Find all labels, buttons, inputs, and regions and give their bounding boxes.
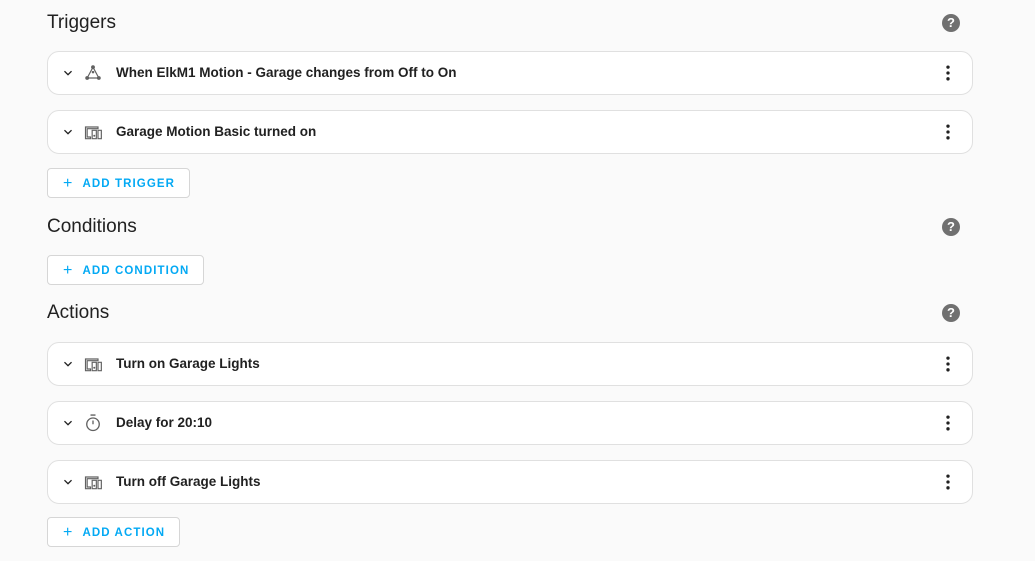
action-label: Delay for 20:10 — [116, 402, 212, 444]
action-row[interactable]: Turn on Garage Lights — [47, 342, 973, 386]
add-condition-label: ADD CONDITION — [82, 265, 189, 277]
action-row[interactable]: Delay for 20:10 — [47, 401, 973, 445]
trigger-row[interactable]: Garage Motion Basic turned on — [47, 110, 973, 154]
triggers-help-icon[interactable]: ? — [942, 14, 960, 32]
chevron-down-icon[interactable] — [60, 474, 76, 490]
more-vert-icon[interactable] — [938, 413, 958, 433]
action-row[interactable]: Turn off Garage Lights — [47, 460, 973, 504]
action-label: Turn on Garage Lights — [116, 343, 260, 385]
triggers-heading: Triggers — [47, 11, 116, 35]
conditions-heading: Conditions — [47, 215, 137, 239]
trigger-label: When ElkM1 Motion - Garage changes from … — [116, 52, 457, 94]
chevron-down-icon[interactable] — [60, 65, 76, 81]
device-icon — [83, 122, 103, 142]
trigger-label: Garage Motion Basic turned on — [116, 111, 316, 153]
chevron-down-icon[interactable] — [60, 415, 76, 431]
add-condition-button[interactable]: + ADD CONDITION — [47, 255, 204, 285]
conditions-help-icon[interactable]: ? — [942, 218, 960, 236]
chevron-down-icon[interactable] — [60, 356, 76, 372]
more-vert-icon[interactable] — [938, 63, 958, 83]
more-vert-icon[interactable] — [938, 472, 958, 492]
more-vert-icon[interactable] — [938, 354, 958, 374]
add-trigger-button[interactable]: + ADD TRIGGER — [47, 168, 190, 198]
plus-icon: + — [63, 175, 73, 192]
more-vert-icon[interactable] — [938, 122, 958, 142]
trigger-row[interactable]: When ElkM1 Motion - Garage changes from … — [47, 51, 973, 95]
actions-help-icon[interactable]: ? — [942, 304, 960, 322]
plus-icon: + — [63, 524, 73, 541]
timer-icon — [83, 413, 103, 433]
device-icon — [83, 472, 103, 492]
add-action-label: ADD ACTION — [82, 527, 165, 539]
add-trigger-label: ADD TRIGGER — [82, 178, 175, 190]
add-action-button[interactable]: + ADD ACTION — [47, 517, 180, 547]
plus-icon: + — [63, 262, 73, 279]
state-icon — [83, 63, 103, 83]
actions-heading: Actions — [47, 301, 109, 325]
chevron-down-icon[interactable] — [60, 124, 76, 140]
device-icon — [83, 354, 103, 374]
action-label: Turn off Garage Lights — [116, 461, 261, 503]
